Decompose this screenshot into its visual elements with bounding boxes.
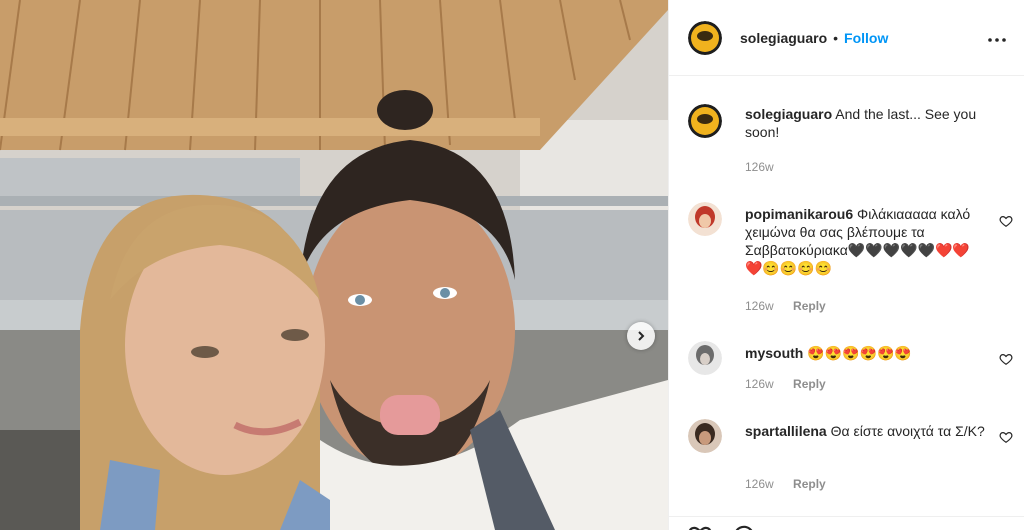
- comment-time[interactable]: 126w: [745, 477, 774, 491]
- caption-text: solegiaguaro And the last... See you soo…: [745, 105, 985, 141]
- heart-icon[interactable]: [999, 214, 1013, 228]
- comment-text: spartallilena Θα είστε ανοιχτά τα Σ/Κ?: [745, 422, 985, 440]
- selfie-photo-image: [0, 0, 668, 530]
- instagram-post: solegiaguaro • Follow solegiaguaro And t…: [0, 0, 1024, 530]
- comment-bubble-icon[interactable]: [731, 523, 757, 530]
- caption-meta: 126w: [745, 160, 774, 174]
- author-username[interactable]: solegiaguaro: [740, 30, 827, 46]
- reply-button[interactable]: Reply: [793, 299, 826, 313]
- comment-username[interactable]: popimanikarou6: [745, 206, 853, 222]
- author-avatar[interactable]: [688, 20, 722, 55]
- heart-icon[interactable]: [999, 430, 1013, 444]
- comment-text: popimanikarou6 Φιλάκιααααα καλό χειμώνα …: [745, 205, 985, 277]
- carousel-next-button[interactable]: [627, 322, 655, 350]
- comment-avatar[interactable]: [688, 202, 722, 236]
- comment-username[interactable]: mysouth: [745, 345, 803, 361]
- comment-time[interactable]: 126w: [745, 377, 774, 391]
- chevron-right-icon: [638, 331, 645, 341]
- post-side-panel: solegiaguaro • Follow solegiaguaro And t…: [668, 0, 1024, 530]
- reply-button[interactable]: Reply: [793, 477, 826, 491]
- comment-username[interactable]: spartallilena: [745, 423, 827, 439]
- comment-message: Θα είστε ανοιχτά τα Σ/Κ?: [830, 423, 985, 439]
- comment-meta: 126w Reply: [745, 477, 826, 491]
- caption-avatar[interactable]: [688, 104, 722, 138]
- comment-avatar[interactable]: [688, 419, 722, 453]
- post-photo[interactable]: [0, 0, 668, 530]
- heart-icon[interactable]: [999, 352, 1013, 366]
- comment-text: mysouth 😍😍😍😍😍😍: [745, 344, 985, 362]
- follow-button[interactable]: Follow: [844, 30, 888, 46]
- comment-message: 😍😍😍😍😍😍: [807, 345, 912, 361]
- more-options-icon[interactable]: [988, 29, 1006, 47]
- comment-avatar[interactable]: [688, 341, 722, 375]
- like-heart-icon[interactable]: [687, 523, 713, 530]
- caption-username[interactable]: solegiaguaro: [745, 106, 832, 122]
- post-header: solegiaguaro • Follow: [669, 0, 1024, 76]
- comment-meta: 126w Reply: [745, 377, 826, 391]
- header-separator: •: [833, 29, 839, 46]
- comment-meta: 126w Reply: [745, 299, 826, 313]
- action-bar: [669, 516, 1024, 530]
- reply-button[interactable]: Reply: [793, 377, 826, 391]
- comment-time[interactable]: 126w: [745, 299, 774, 313]
- caption-time[interactable]: 126w: [745, 160, 774, 174]
